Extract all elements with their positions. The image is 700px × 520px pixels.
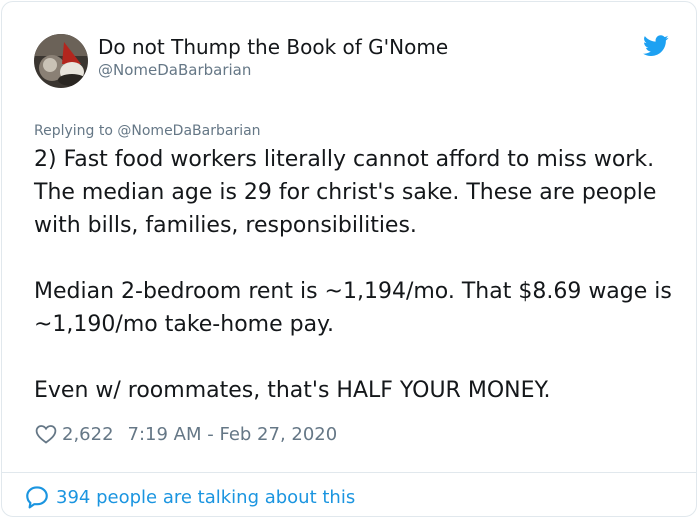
avatar[interactable] (34, 34, 88, 88)
tweet-paragraph: Even w/ roommates, that's HALF YOUR MONE… (34, 378, 551, 403)
heart-icon[interactable] (34, 422, 58, 446)
conversation-link[interactable]: 394 people are talking about this (24, 484, 355, 510)
tweet-text: 2) Fast food workers literally cannot af… (34, 143, 674, 407)
divider (2, 472, 696, 473)
tweet-paragraph: 2) Fast food workers literally cannot af… (34, 147, 664, 238)
tweet-timestamp[interactable]: 7:19 AM - Feb 27, 2020 (128, 424, 338, 445)
replying-to: Replying to @NomeDaBarbarian (34, 121, 261, 141)
speech-bubble-icon (26, 486, 48, 509)
replying-to-mention[interactable]: @NomeDaBarbarian (117, 123, 260, 139)
tweet-meta: 2,622 7:19 AM - Feb 27, 2020 (34, 422, 337, 446)
tweet-card: Do not Thump the Book of G'Nome @NomeDaB… (1, 1, 697, 517)
conversation-label: 394 people are talking about this (56, 486, 356, 508)
like-count[interactable]: 2,622 (62, 424, 114, 445)
author-display-name[interactable]: Do not Thump the Book of G'Nome (98, 34, 448, 60)
tweet-paragraph: Median 2-bedroom rent is ~1,194/mo. That… (34, 279, 679, 337)
twitter-bird-icon[interactable] (643, 35, 669, 57)
author-handle[interactable]: @NomeDaBarbarian (98, 60, 251, 80)
avatar-image (34, 34, 88, 88)
replying-to-prefix: Replying to (34, 123, 118, 139)
